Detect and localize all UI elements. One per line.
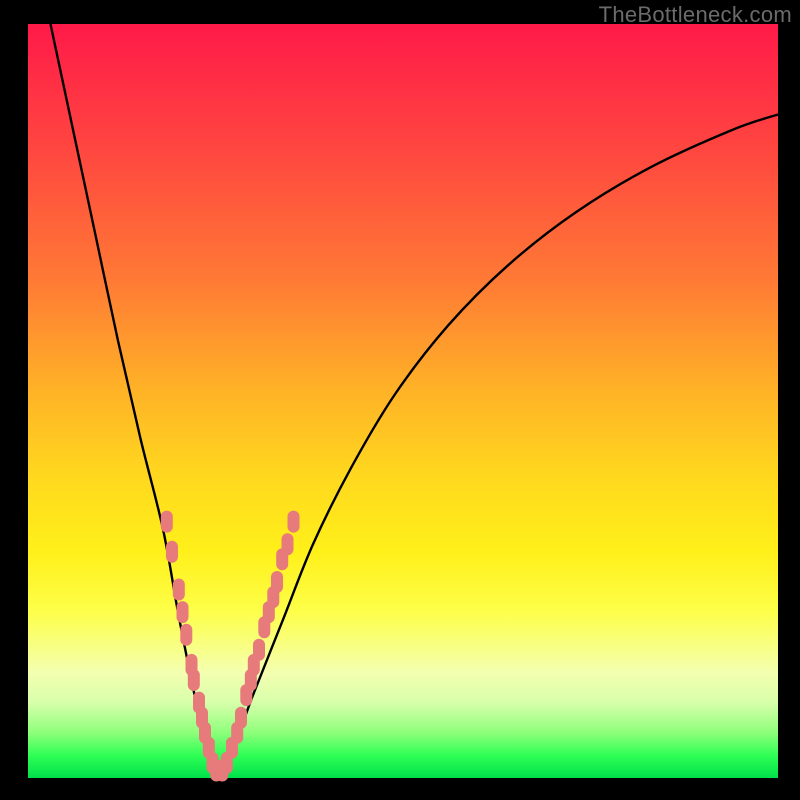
data-point-marker [166,541,178,563]
chart-frame: TheBottleneck.com [0,0,800,800]
watermark-text: TheBottleneck.com [599,2,792,28]
chart-overlay [28,24,778,778]
data-point-marker [282,533,294,555]
data-point-marker [253,639,265,661]
bottleneck-curve [51,24,779,778]
data-point-markers [161,511,300,782]
data-point-marker [288,511,300,533]
data-point-marker [161,511,173,533]
data-point-marker [271,571,283,593]
data-point-marker [235,707,247,729]
data-point-marker [173,579,185,601]
data-point-marker [188,669,200,691]
data-point-marker [180,624,192,646]
data-point-marker [177,601,189,623]
